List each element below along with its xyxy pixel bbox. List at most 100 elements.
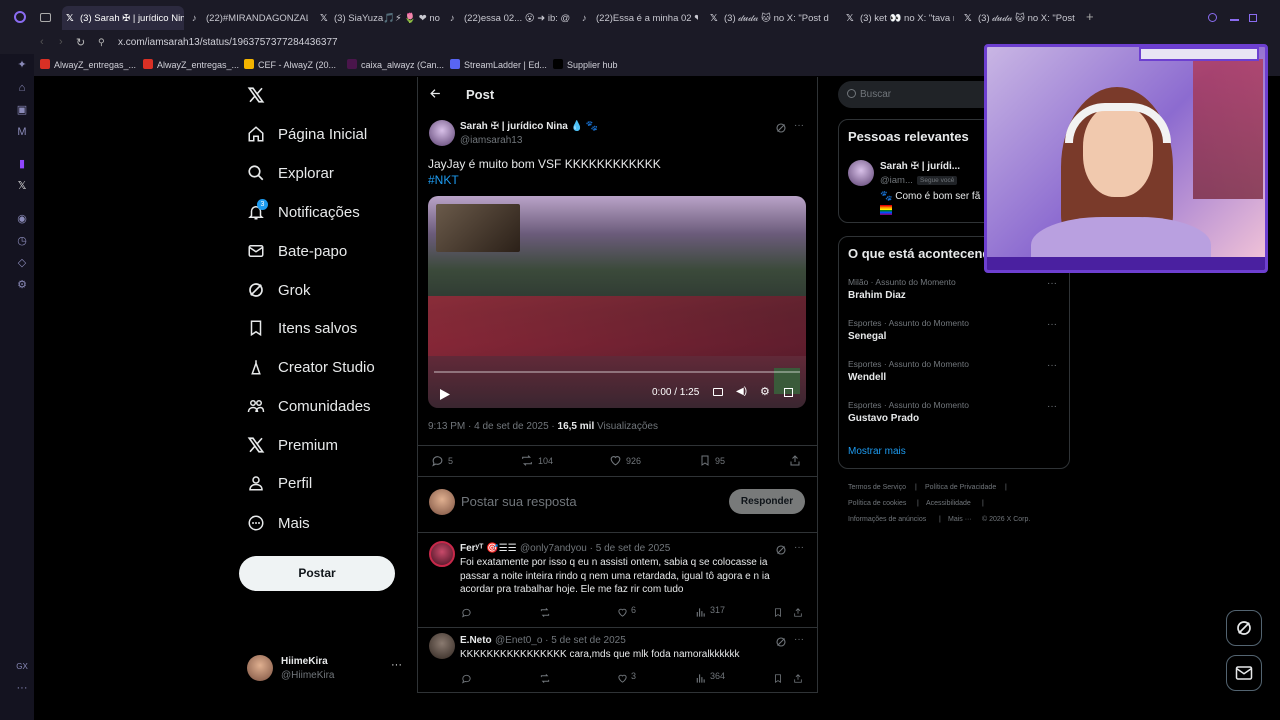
- share-icon[interactable]: [793, 671, 803, 689]
- repost-icon[interactable]: [539, 671, 551, 689]
- sidebar-settings-icon[interactable]: ⚙: [16, 279, 28, 291]
- sidebar-shop-icon[interactable]: ⌂: [16, 82, 28, 94]
- minimize-icon[interactable]: [1230, 19, 1239, 21]
- sidebar-x-icon[interactable]: 𝕏: [16, 180, 28, 192]
- url-field[interactable]: x.com/iamsarah13/status/1963757377284436…: [118, 37, 338, 48]
- browser-tab[interactable]: ♪ (22)Essa é a minha 02 ❤ ♦: [578, 6, 698, 30]
- avatar[interactable]: [429, 633, 455, 659]
- reply-more-icon[interactable]: ···: [794, 634, 804, 645]
- heart-icon[interactable]: [617, 671, 628, 689]
- bookmark-item[interactable]: Supplier hub: [553, 59, 618, 70]
- post-more-icon[interactable]: ···: [794, 120, 804, 131]
- views-icon[interactable]: [695, 605, 706, 623]
- nav-item-premium[interactable]: Premium: [246, 430, 338, 460]
- share-icon[interactable]: [789, 454, 805, 467]
- new-tab-icon[interactable]: +: [1086, 10, 1094, 23]
- nav-item-grok[interactable]: Grok: [246, 275, 311, 305]
- trend-more-icon[interactable]: ···: [1047, 401, 1057, 412]
- bookmark-item[interactable]: StreamLadder | Ed...: [450, 59, 547, 70]
- bookmark-item[interactable]: CEF - AlwayZ (20...: [244, 59, 336, 70]
- browser-tab[interactable]: ♪ (22)essa 02... 😮 ➜ ib: @: [446, 6, 570, 30]
- nav-item-mais[interactable]: Mais: [246, 508, 310, 538]
- reply-icon[interactable]: [461, 605, 472, 623]
- sidebar-ai-icon[interactable]: ✦: [16, 59, 28, 71]
- reply-button[interactable]: Responder: [729, 489, 805, 514]
- repost-action[interactable]: 104: [520, 454, 553, 467]
- grok-icon[interactable]: [775, 121, 787, 139]
- like-action[interactable]: 926: [609, 454, 641, 467]
- search-input[interactable]: Buscar: [838, 81, 998, 108]
- nav-item-p-gina-inicial[interactable]: Página Inicial: [246, 119, 367, 149]
- sidebar-extensions-icon[interactable]: ◇: [16, 257, 28, 269]
- bookmark-icon[interactable]: [773, 671, 783, 689]
- share-icon[interactable]: [793, 605, 803, 623]
- repost-icon[interactable]: [539, 605, 551, 623]
- browser-tab[interactable]: 𝕏 (3) 𝒹𝓊𝒹𝒶 🐱 no X: "Post ✦: [960, 6, 1078, 30]
- reply-input[interactable]: Postar sua resposta: [461, 494, 711, 509]
- nav-item-notifica-es[interactable]: 3 Notificações: [246, 197, 360, 227]
- bookmark-action[interactable]: 95: [699, 454, 725, 467]
- browser-tab[interactable]: 𝕏 (3) 𝒹𝓊𝒹𝒶 🐱 no X: "Post d: [706, 6, 836, 30]
- trend-more-icon[interactable]: ···: [1047, 278, 1057, 289]
- x-logo-icon[interactable]: [247, 86, 265, 109]
- settings-icon[interactable]: ⚙: [760, 385, 770, 398]
- post-button[interactable]: Postar: [239, 556, 395, 591]
- messages-floating-button[interactable]: [1226, 655, 1262, 691]
- bookmark-item[interactable]: AlwayZ_entregas_...: [40, 59, 136, 70]
- fullscreen-icon[interactable]: [784, 388, 793, 397]
- bookmark-icon[interactable]: [773, 605, 783, 623]
- maximize-icon[interactable]: [1249, 14, 1257, 22]
- nav-item-comunidades[interactable]: Comunidades: [246, 391, 371, 421]
- reload-icon[interactable]: ↻: [76, 36, 85, 49]
- sidebar-twitch-icon[interactable]: ▮: [16, 158, 28, 170]
- reply-author-name[interactable]: E.Neto: [460, 635, 492, 646]
- nav-item-perfil[interactable]: Perfil: [246, 468, 312, 498]
- back-arrow-icon[interactable]: [429, 87, 442, 105]
- nav-item-bate-papo[interactable]: Bate-papo: [246, 236, 347, 266]
- video-player[interactable]: 0:00 / 1:25 ◀) ⚙: [428, 196, 806, 408]
- tab-overview-icon[interactable]: [40, 13, 51, 22]
- footer-cookies[interactable]: Política de cookies: [848, 500, 906, 507]
- sidebar-m-icon[interactable]: M: [16, 126, 28, 138]
- sidebar-more-icon[interactable]: ···: [16, 682, 28, 694]
- footer-ads[interactable]: Informações de anúncios: [848, 516, 926, 523]
- nav-item-creator-studio[interactable]: Creator Studio: [246, 352, 375, 382]
- browser-tab[interactable]: ♪ (22)#MIRANDAGONZALES: [188, 6, 308, 30]
- post-author-handle[interactable]: @iamsarah13: [460, 135, 522, 146]
- reply-icon[interactable]: [461, 671, 472, 689]
- footer-accessibility[interactable]: Acessibilidade: [926, 500, 971, 507]
- account-more-icon[interactable]: ···: [391, 659, 402, 671]
- volume-icon[interactable]: ◀): [736, 386, 747, 397]
- footer-more[interactable]: Mais ···: [948, 516, 972, 523]
- avatar[interactable]: [429, 541, 455, 567]
- reply-author-name[interactable]: Ferʸᵀ 🎯☰☰: [460, 543, 517, 554]
- tab-search-icon[interactable]: [1208, 13, 1217, 22]
- reply-action[interactable]: 5: [431, 454, 453, 467]
- avatar[interactable]: [848, 160, 874, 186]
- sidebar-player-icon[interactable]: ◉: [16, 213, 28, 225]
- browser-tab[interactable]: 𝕏 (3) ket 👀 no X: "tava reve: [842, 6, 954, 30]
- bookmark-item[interactable]: caixa_alwayz (Can...: [347, 59, 444, 70]
- views-icon[interactable]: [695, 671, 706, 689]
- reply-more-icon[interactable]: ···: [794, 542, 804, 553]
- avatar[interactable]: [429, 120, 455, 146]
- site-info-icon[interactable]: ⚲: [98, 37, 105, 48]
- browser-tab[interactable]: 𝕏 (3) Sarah ✠ | jurídico Nina: [62, 6, 184, 30]
- sidebar-wallet-icon[interactable]: ▣: [16, 104, 28, 116]
- sidebar-gx-icon[interactable]: GX: [16, 661, 28, 673]
- forward-arrow-icon[interactable]: ›: [59, 36, 63, 48]
- footer-privacy[interactable]: Política de Privacidade: [925, 484, 996, 491]
- account-switcher[interactable]: HiimeKira @HiimeKira ···: [247, 655, 407, 683]
- bookmark-item[interactable]: AlwayZ_entregas_...: [143, 59, 239, 70]
- back-arrow-icon[interactable]: ‹: [40, 36, 44, 48]
- browser-tab[interactable]: 𝕏 (3) SiaYuza🎵⚡ 🌷 ❤ no: [316, 6, 440, 30]
- play-icon[interactable]: [440, 387, 450, 405]
- trend-more-icon[interactable]: ···: [1047, 319, 1057, 330]
- sidebar-history-icon[interactable]: ◷: [16, 235, 28, 247]
- footer-terms[interactable]: Termos de Serviço: [848, 484, 906, 491]
- post-author-name[interactable]: Sarah ✠ | jurídico Nina 💧 🐾: [460, 121, 598, 132]
- captions-icon[interactable]: [713, 388, 723, 396]
- trend-more-icon[interactable]: ···: [1047, 360, 1057, 371]
- nav-item-explorar[interactable]: Explorar: [246, 158, 334, 188]
- nav-item-itens-salvos[interactable]: Itens salvos: [246, 313, 357, 343]
